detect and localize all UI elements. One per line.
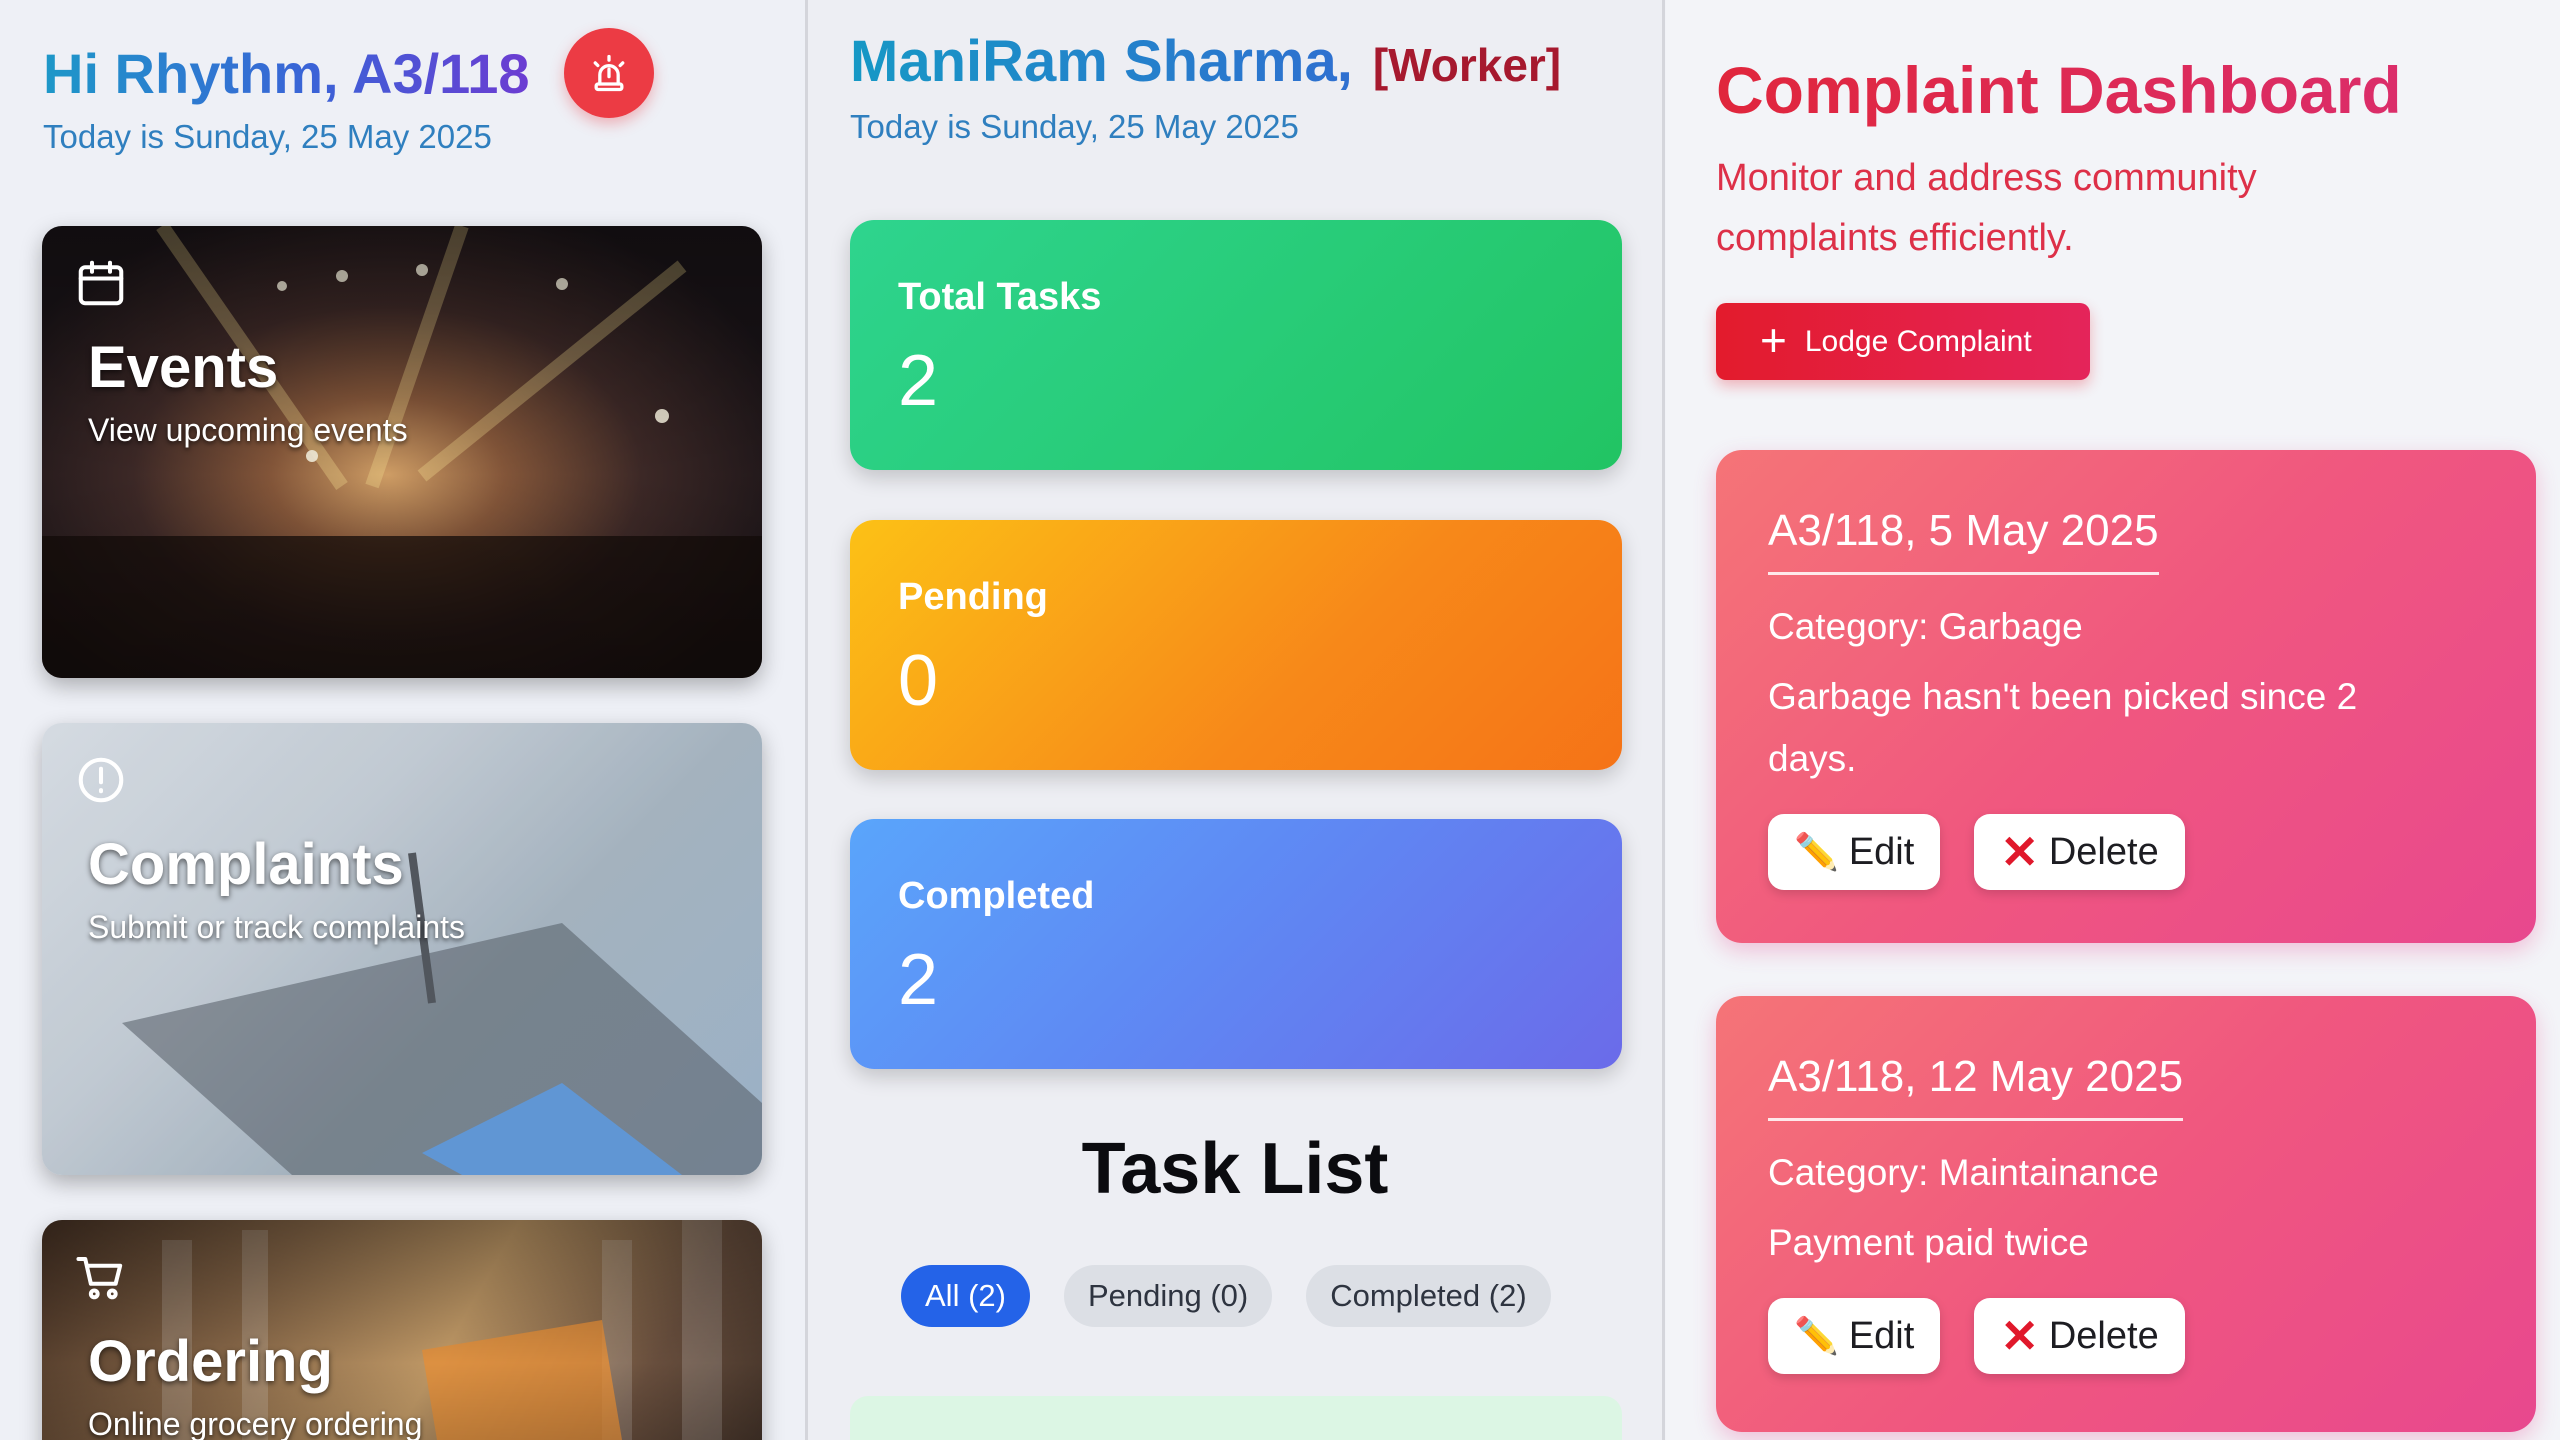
- pencil-icon: ✏️: [1794, 831, 1839, 872]
- page-subtitle: Monitor and address community complaints…: [1716, 157, 2257, 259]
- worker-header: ManiRam Sharma, [Worker]: [850, 28, 1561, 95]
- edit-button[interactable]: ✏️ Edit: [1768, 1298, 1941, 1374]
- stat-label: Completed: [898, 875, 1095, 917]
- task-filter-tabs: All (2) Pending (0) Completed (2): [901, 1265, 1551, 1327]
- stat-value: 0: [898, 641, 939, 721]
- cart-icon: [76, 1256, 123, 1300]
- complaint-actions: ✏️ Edit ✕ Delete: [1768, 1298, 2185, 1374]
- stat-value: 2: [898, 341, 939, 421]
- stat-value: 2: [898, 940, 939, 1020]
- stat-label: Pending: [898, 576, 1048, 618]
- complaints-card[interactable]: Complaints Submit or track complaints: [42, 723, 762, 1175]
- events-card[interactable]: Events View upcoming events: [42, 226, 762, 678]
- delete-button[interactable]: ✕ Delete: [1974, 814, 2185, 890]
- close-icon: ✕: [2000, 1310, 2039, 1362]
- events-subtitle: View upcoming events: [88, 412, 408, 448]
- alarm-siren-icon: [593, 54, 624, 92]
- delete-label: Delete: [2048, 1314, 2159, 1357]
- ordering-card[interactable]: Ordering Online grocery ordering: [42, 1220, 762, 1440]
- complaint-category: Category: Garbage: [1768, 606, 2083, 647]
- lodge-complaint-label: Lodge Complaint: [1804, 324, 2032, 358]
- complaint-category: Category: Maintainance: [1768, 1152, 2159, 1193]
- complaints-subtitle: Submit or track complaints: [88, 909, 466, 945]
- complaint-description: Garbage hasn't been picked since 2 days.: [1768, 676, 2358, 779]
- ordering-subtitle: Online grocery ordering: [88, 1406, 423, 1440]
- card-overlay: [42, 226, 762, 678]
- ordering-title: Ordering: [88, 1329, 333, 1394]
- alert-circle-icon: [78, 757, 124, 803]
- worker-role-badge: [Worker]: [1372, 39, 1562, 91]
- screen-divider: [1662, 0, 1665, 1440]
- pending-tasks-card: Pending 0: [850, 520, 1622, 770]
- greeting-title: Hi Rhythm, A3/118: [43, 41, 530, 105]
- alarm-button[interactable]: [563, 28, 654, 118]
- complaint-dashboard-screen: Complaint Dashboard Monitor and address …: [1666, 0, 2560, 1440]
- edit-button[interactable]: ✏️ Edit: [1768, 814, 1941, 890]
- worker-name: ManiRam Sharma,: [850, 29, 1353, 94]
- resident-home-screen: Hi Rhythm, A3/118 Today is Sunday, 25 Ma…: [0, 0, 805, 1440]
- calendar-icon: [78, 260, 124, 306]
- pencil-icon: ✏️: [1794, 1315, 1839, 1356]
- date-line: Today is Sunday, 25 May 2025: [850, 108, 1299, 145]
- complaint-card: A3/118, 12 May 2025 Category: Maintainan…: [1716, 996, 2536, 1432]
- date-line: Today is Sunday, 25 May 2025: [43, 118, 492, 155]
- task-list-title: Task List: [1081, 1129, 1389, 1209]
- complaint-header: A3/118, 5 May 2025: [1768, 506, 2159, 575]
- plus-icon: +: [1760, 313, 1787, 366]
- lodge-complaint-button[interactable]: + Lodge Complaint: [1716, 303, 2090, 380]
- events-title: Events: [88, 335, 279, 400]
- completed-tasks-card: Completed 2: [850, 819, 1622, 1069]
- edit-label: Edit: [1848, 1314, 1915, 1357]
- complaint-description: Payment paid twice: [1768, 1222, 2089, 1263]
- task-item[interactable]: [850, 1396, 1622, 1440]
- filter-all[interactable]: All (2): [901, 1265, 1030, 1327]
- edit-label: Edit: [1848, 830, 1915, 873]
- close-icon: ✕: [2000, 826, 2039, 878]
- complaints-title: Complaints: [88, 832, 404, 897]
- delete-label: Delete: [2048, 830, 2159, 873]
- filter-pending[interactable]: Pending (0): [1063, 1265, 1273, 1327]
- clipboard-image: [42, 723, 762, 1175]
- delete-button[interactable]: ✕ Delete: [1974, 1298, 2185, 1374]
- worker-dashboard-screen: ManiRam Sharma, [Worker] Today is Sunday…: [808, 0, 1662, 1440]
- complaint-header: A3/118, 12 May 2025: [1768, 1052, 2184, 1121]
- stat-label: Total Tasks: [898, 276, 1102, 318]
- filter-completed[interactable]: Completed (2): [1306, 1265, 1551, 1327]
- greeting-row: Hi Rhythm, A3/118: [43, 28, 654, 118]
- complaint-card: A3/118, 5 May 2025 Category: Garbage Gar…: [1716, 450, 2536, 943]
- page-title: Complaint Dashboard: [1716, 53, 2402, 127]
- complaint-actions: ✏️ Edit ✕ Delete: [1768, 814, 2185, 890]
- total-tasks-card: Total Tasks 2: [850, 220, 1622, 470]
